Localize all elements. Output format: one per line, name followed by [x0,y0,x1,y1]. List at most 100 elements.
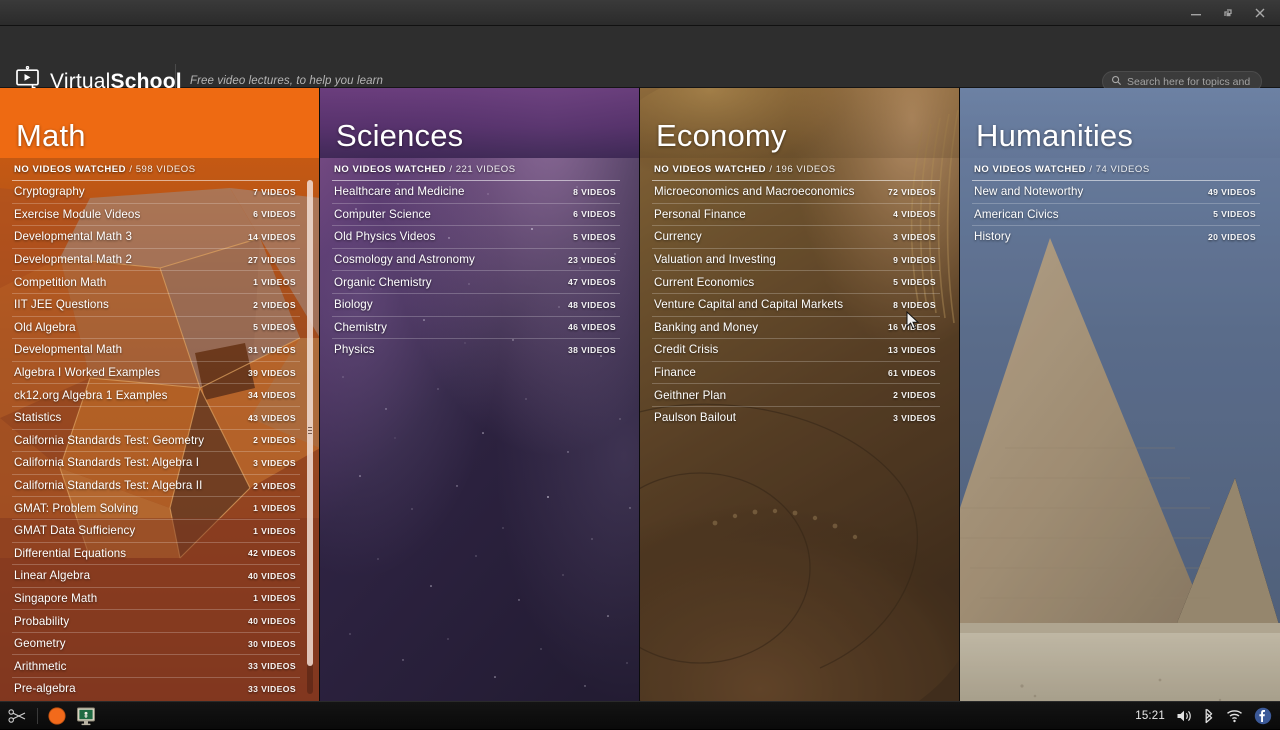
list-item[interactable]: Computer Science6 VIDEOS [332,203,620,226]
list-item-video-count: 9 VIDEOS [893,255,936,265]
column-title-economy: Economy [656,118,787,154]
list-item[interactable]: Geometry30 VIDEOS [12,632,300,655]
list-item-video-count: 23 VIDEOS [568,255,616,265]
column-title-sciences: Sciences [336,118,463,154]
list-item[interactable]: Exercise Module Videos6 VIDEOS [12,203,300,226]
list-item[interactable]: Physics 38 VIDEOS [332,338,620,361]
list-item[interactable]: California Standards Test: Algebra II2 V… [12,474,300,497]
list-item[interactable]: Current Economics5 VIDEOS [652,270,940,293]
list-item-video-count: 13 VIDEOS [888,345,936,355]
list-item[interactable]: Pre-algebra33 VIDEOS [12,677,300,700]
list-item-label: Singapore Math [14,592,97,605]
list-item[interactable]: Singapore Math1 VIDEOS [12,587,300,610]
list-item-label: Biology [334,298,373,311]
column-meta-math: NO VIDEOS WATCHED / 598 VIDEOS [14,164,196,175]
list-item[interactable]: ck12.org Algebra 1 Examples34 VIDEOS [12,383,300,406]
list-item[interactable]: Finance61 VIDEOS [652,361,940,384]
list-item[interactable]: Personal Finance4 VIDEOS [652,203,940,226]
category-columns: Math NO VIDEOS WATCHED / 598 VIDEOS Cryp… [0,88,1280,701]
list-item[interactable]: American Civics5 VIDEOS [972,203,1260,226]
list-item-video-count: 8 VIDEOS [573,187,616,197]
list-item-video-count: 2 VIDEOS [253,435,296,445]
list-item[interactable]: Biology48 VIDEOS [332,293,620,316]
list-item[interactable]: Developmental Math 314 VIDEOS [12,225,300,248]
list-item-label: Old Physics Videos [334,230,435,243]
list-item[interactable]: Statistics43 VIDEOS [12,406,300,429]
list-item[interactable]: Chemistry46 VIDEOS [332,316,620,339]
list-item-video-count: 16 VIDEOS [888,322,936,332]
list-item[interactable]: Currency3 VIDEOS [652,225,940,248]
list-item[interactable]: Differential Equations42 VIDEOS [12,542,300,565]
list-item[interactable]: Valuation and Investing 9 VIDEOS [652,248,940,271]
wifi-icon[interactable] [1226,709,1243,723]
list-item[interactable]: Old Physics Videos5 VIDEOS [332,225,620,248]
window-controls [1188,0,1274,26]
restore-button[interactable] [1220,5,1236,21]
math-scrollbar-track[interactable] [307,180,313,694]
list-item[interactable]: Competition Math1 VIDEOS [12,270,300,293]
bluetooth-icon[interactable] [1203,708,1215,724]
list-item[interactable]: Developmental Math 227 VIDEOS [12,248,300,271]
clock[interactable]: 15:21 [1135,710,1165,722]
minimize-button[interactable] [1188,5,1204,21]
column-title-math: Math [16,118,86,154]
scissors-icon[interactable] [8,708,28,724]
list-item[interactable]: History20 VIDEOS [972,225,1260,248]
list-item-label: Paulson Bailout [654,411,736,424]
list-item-label: California Standards Test: Algebra II [14,479,202,492]
list-item[interactable]: Probability40 VIDEOS [12,609,300,632]
list-item[interactable]: Developmental Math 31 VIDEOS [12,338,300,361]
list-item[interactable]: IIT JEE Questions2 VIDEOS [12,293,300,316]
list-item[interactable]: GMAT: Problem Solving1 VIDEOS [12,496,300,519]
list-item-video-count: 3 VIDEOS [253,458,296,468]
list-item-label: Geithner Plan [654,389,726,402]
list-item[interactable]: Linear Algebra40 VIDEOS [12,564,300,587]
volume-icon[interactable] [1176,709,1192,723]
list-item[interactable]: Banking and Money16 VIDEOS [652,316,940,339]
column-sciences: Sciences NO VIDEOS WATCHED / 221 VIDEOS … [320,88,640,701]
list-item-video-count: 72 VIDEOS [888,187,936,197]
list-item-label: Differential Equations [14,547,126,560]
facebook-icon[interactable] [1254,707,1272,725]
list-item[interactable]: Organic Chemistry47 VIDEOS [332,270,620,293]
list-item[interactable]: Cosmology and Astronomy 23 VIDEOS [332,248,620,271]
list-item[interactable]: Paulson Bailout3 VIDEOS [652,406,940,429]
list-item-video-count: 38 VIDEOS [568,345,616,355]
list-item-video-count: 47 VIDEOS [568,277,616,287]
chalkboard-icon[interactable] [76,706,96,726]
close-button[interactable] [1252,5,1268,21]
list-item-label: Currency [654,230,702,243]
list-item-video-count: 31 VIDEOS [248,345,296,355]
list-item[interactable]: Venture Capital and Capital Markets8 VID… [652,293,940,316]
list-item-video-count: 4 VIDEOS [893,209,936,219]
list-item-video-count: 27 VIDEOS [248,255,296,265]
list-item-video-count: 49 VIDEOS [1208,187,1256,197]
list-item[interactable]: California Standards Test: Algebra I 3 VI… [12,451,300,474]
list-item[interactable]: Credit Crisis13 VIDEOS [652,338,940,361]
list-item-video-count: 5 VIDEOS [893,277,936,287]
list-item[interactable]: New and Noteworthy49 VIDEOS [972,180,1260,203]
list-item-label: Valuation and Investing [654,253,776,266]
column-meta-economy: NO VIDEOS WATCHED / 196 VIDEOS [654,164,836,175]
search-placeholder: Search here for topics and subjects [1127,76,1253,88]
list-item[interactable]: California Standards Test: Geometry2 VID… [12,429,300,452]
ubuntu-circle-icon[interactable] [47,706,67,726]
list-item[interactable]: Geithner Plan2 VIDEOS [652,383,940,406]
list-item-label: Developmental Math [14,343,122,356]
list-item[interactable]: GMAT Data Sufficiency1 VIDEOS [12,519,300,542]
list-item-label: Cosmology and Astronomy [334,253,475,266]
system-taskbar: 15:21 [0,701,1280,729]
list-item-video-count: 6 VIDEOS [573,209,616,219]
list-item[interactable]: Healthcare and Medicine8 VIDEOS [332,180,620,203]
list-item[interactable]: Microeconomics and Macroeconomics72 VIDE… [652,180,940,203]
math-scrollbar-thumb[interactable] [307,180,313,666]
list-item-label: California Standards Test: Algebra I [14,456,199,469]
list-item[interactable]: Algebra I Worked Examples39 VIDEOS [12,361,300,384]
list-item[interactable]: Arithmetic33 VIDEOS [12,654,300,677]
list-item-video-count: 1 VIDEOS [253,277,296,287]
list-item-video-count: 34 VIDEOS [248,390,296,400]
list-item-video-count: 43 VIDEOS [248,413,296,423]
list-item[interactable]: Cryptography7 VIDEOS [12,180,300,203]
list-item[interactable]: Old Algebra5 VIDEOS [12,316,300,339]
list-item-label: Physics [334,343,375,356]
